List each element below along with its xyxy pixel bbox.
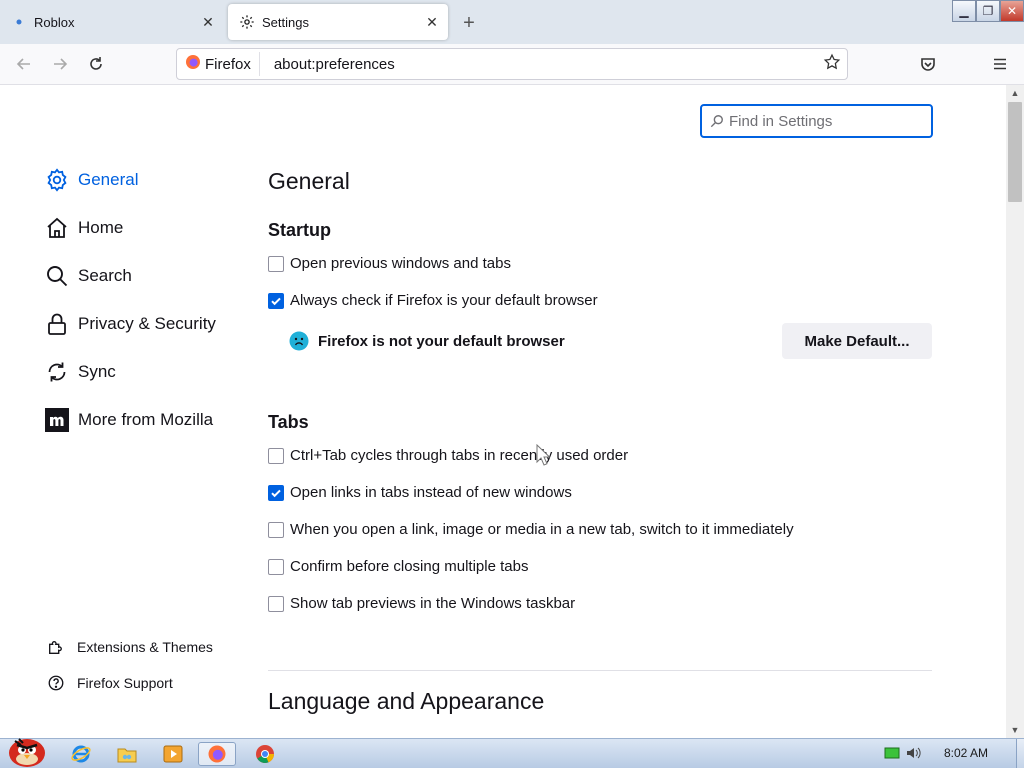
- sad-face-icon: [289, 331, 309, 351]
- default-browser-status: Firefox is not your default browser: [289, 331, 565, 351]
- file-explorer-icon[interactable]: [108, 742, 146, 766]
- checkbox-label: Open links in tabs instead of new window…: [290, 484, 572, 501]
- sidebar-item-home[interactable]: Home: [44, 215, 123, 241]
- sync-icon: [44, 359, 70, 385]
- scroll-thumb[interactable]: [1008, 102, 1022, 202]
- tab-title: Roblox: [34, 14, 75, 30]
- tab-title: Settings: [262, 14, 309, 30]
- sidebar-item-general[interactable]: General: [44, 167, 138, 193]
- firefox-icon: [185, 54, 201, 74]
- close-tab-icon[interactable]: ✕: [196, 10, 220, 34]
- volume-icon[interactable]: [906, 746, 922, 760]
- tab-strip: Roblox ✕ Settings ✕ + ▁ ❐ ✕: [0, 0, 1024, 44]
- show-desktop-button[interactable]: [1016, 739, 1024, 768]
- sidebar-item-label: Privacy & Security: [78, 314, 216, 333]
- media-player-icon[interactable]: [154, 742, 192, 766]
- new-tab-button[interactable]: +: [456, 10, 482, 36]
- sidebar-item-more-from-mozilla[interactable]: More from Mozilla: [44, 407, 213, 433]
- checkbox-label: Open previous windows and tabs: [290, 255, 511, 272]
- identity-box[interactable]: Firefox: [177, 52, 260, 76]
- dot-icon: [10, 13, 28, 31]
- reload-button[interactable]: [82, 50, 110, 78]
- sidebar-item-label: Search: [78, 266, 132, 285]
- checkbox-label: Always check if Firefox is your default …: [290, 292, 598, 309]
- checkbox[interactable]: [268, 521, 284, 538]
- search-input[interactable]: Find in Settings: [700, 104, 933, 138]
- chrome-icon[interactable]: [246, 742, 284, 766]
- forward-button[interactable]: [46, 50, 74, 78]
- section-heading-startup: Startup: [268, 220, 331, 240]
- checkbox[interactable]: [268, 292, 284, 309]
- make-default-button[interactable]: Make Default...: [782, 323, 932, 359]
- sidebar-item-label: General: [78, 170, 139, 189]
- close-tab-icon[interactable]: ✕: [420, 10, 444, 34]
- sidebar-item-extensions-themes[interactable]: Extensions & Themes: [46, 637, 213, 657]
- sidebar-item-firefox-support[interactable]: Firefox Support: [46, 673, 173, 693]
- section-divider: [268, 670, 932, 671]
- menu-icon[interactable]: [986, 50, 1014, 78]
- checkbox-label: When you open a link, image or media in …: [290, 521, 794, 538]
- gear-icon: [44, 167, 70, 193]
- search-icon: [710, 114, 724, 128]
- checkbox-label: Ctrl+Tab cycles through tabs in recently…: [290, 447, 629, 464]
- bookmark-star-icon[interactable]: [823, 53, 841, 75]
- checkbox[interactable]: [268, 595, 284, 612]
- sidebar-item-label: Firefox Support: [77, 675, 173, 691]
- checkbox-open-links-in-tabs[interactable]: Open links in tabs instead of new window…: [268, 484, 572, 501]
- help-icon: [46, 673, 66, 693]
- navigation-toolbar: Firefox about:preferences: [0, 44, 1024, 85]
- angry-bird-start-icon[interactable]: [4, 731, 50, 767]
- home-icon: [44, 215, 70, 241]
- sidebar-item-label: Home: [78, 218, 124, 237]
- minimize-button[interactable]: ▁: [952, 0, 976, 22]
- mozilla-icon: [44, 407, 70, 433]
- search-placeholder: Find in Settings: [729, 112, 833, 130]
- section-heading-tabs: Tabs: [268, 412, 309, 432]
- checkbox-always-check-default[interactable]: Always check if Firefox is your default …: [268, 292, 598, 309]
- checkbox-switch-to-new-tab[interactable]: When you open a link, image or media in …: [268, 521, 794, 538]
- puzzle-icon: [46, 637, 66, 657]
- checkbox-tab-previews-taskbar[interactable]: Show tab previews in the Windows taskbar: [268, 595, 575, 612]
- checkbox-label: Show tab previews in the Windows taskbar: [290, 595, 576, 612]
- sidebar-item-search[interactable]: Search: [44, 263, 132, 289]
- checkbox[interactable]: [268, 255, 284, 272]
- scroll-down-arrow[interactable]: ▼: [1006, 722, 1024, 738]
- checkbox-confirm-closing-tabs[interactable]: Confirm before closing multiple tabs: [268, 558, 528, 575]
- page-title: General: [268, 168, 350, 194]
- mouse-cursor-icon: [536, 444, 550, 466]
- firefox-taskbar-icon[interactable]: [198, 742, 236, 766]
- search-icon: [44, 263, 70, 289]
- checkbox[interactable]: [268, 484, 284, 501]
- checkbox[interactable]: [268, 558, 284, 575]
- tab-roblox[interactable]: Roblox ✕: [0, 4, 224, 40]
- default-browser-status-text: Firefox is not your default browser: [318, 332, 565, 350]
- lock-icon: [44, 311, 70, 337]
- sidebar-item-sync[interactable]: Sync: [44, 359, 116, 385]
- url-text: about:preferences: [273, 55, 395, 73]
- back-button[interactable]: [10, 50, 38, 78]
- page-scrollbar[interactable]: ▲ ▼: [1006, 85, 1024, 738]
- checkbox[interactable]: [268, 447, 284, 464]
- windows-taskbar: 8:02 AM: [0, 738, 1024, 768]
- taskbar-clock[interactable]: 8:02 AM: [944, 746, 988, 760]
- sidebar-item-label: Extensions & Themes: [77, 639, 213, 655]
- checkbox-label: Confirm before closing multiple tabs: [290, 558, 529, 575]
- close-window-button[interactable]: ✕: [1000, 0, 1024, 22]
- checkbox-ctrl-tab-cycles[interactable]: Ctrl+Tab cycles through tabs in recently…: [268, 447, 628, 464]
- scroll-up-arrow[interactable]: ▲: [1006, 85, 1024, 101]
- identity-label: Firefox: [205, 55, 251, 73]
- network-icon[interactable]: [884, 746, 900, 760]
- internet-explorer-icon[interactable]: [62, 742, 100, 766]
- url-bar[interactable]: Firefox about:preferences: [176, 48, 848, 80]
- sidebar-item-privacy[interactable]: Privacy & Security: [44, 311, 216, 337]
- sidebar-item-label: Sync: [78, 362, 116, 381]
- maximize-button[interactable]: ❐: [976, 0, 1000, 22]
- sidebar-item-label: More from Mozilla: [78, 410, 214, 429]
- tab-settings[interactable]: Settings ✕: [228, 4, 448, 40]
- section-heading-language-appearance: Language and Appearance: [268, 688, 545, 714]
- checkbox-open-previous-windows[interactable]: Open previous windows and tabs: [268, 255, 511, 272]
- pocket-icon[interactable]: [914, 50, 942, 78]
- window-controls: ▁ ❐ ✕: [952, 0, 1024, 22]
- gear-icon: [238, 13, 256, 31]
